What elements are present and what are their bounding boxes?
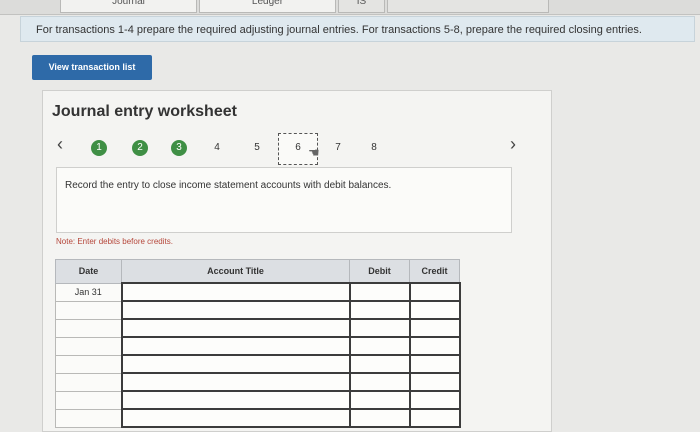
debit-input[interactable] [348,354,411,374]
tab-strip: Journal Ledger IS [0,0,700,15]
credit-input[interactable] [408,372,461,392]
step-4[interactable]: 4 [209,140,225,156]
account-title-input[interactable] [120,282,351,302]
step-8[interactable]: 8 [366,140,382,156]
account-title-header: Account Title [121,259,350,284]
view-transaction-list-button[interactable]: View transaction list [32,55,152,80]
account-title-input[interactable] [120,408,351,428]
tab-journal[interactable]: Journal [60,0,197,13]
table-row [55,372,461,392]
credit-input[interactable] [408,282,461,302]
step-2[interactable]: 2 [132,140,148,156]
worksheet-title: Journal entry worksheet [52,103,237,120]
table-row: Jan 31 [55,282,461,302]
date-cell[interactable] [55,300,122,320]
debit-input[interactable] [348,336,411,356]
entry-prompt: Record the entry to close income stateme… [56,167,512,233]
table-row [55,354,461,374]
tab-ledger[interactable]: Ledger [199,0,336,13]
debit-input[interactable] [348,408,411,428]
prev-step-chevron-icon[interactable]: ‹ [57,134,63,155]
credit-input[interactable] [408,390,461,410]
account-title-input[interactable] [120,390,351,410]
date-cell[interactable] [55,408,122,428]
table-row [55,408,461,428]
credit-input[interactable] [408,336,461,356]
instruction-banner: For transactions 1-4 prepare the require… [20,16,695,42]
note-text: Note: Enter debits before credits. [56,237,173,246]
table-row [55,390,461,410]
next-step-chevron-icon[interactable]: › [510,134,516,155]
table-row [55,318,461,338]
date-cell[interactable]: Jan 31 [55,282,122,302]
date-cell[interactable] [55,318,122,338]
table-row [55,300,461,320]
step-5[interactable]: 5 [249,140,265,156]
tab-extra[interactable] [387,0,549,13]
debit-input[interactable] [348,372,411,392]
account-title-input[interactable] [120,372,351,392]
account-title-input[interactable] [120,336,351,356]
credit-header: Credit [409,259,460,284]
date-cell[interactable] [55,354,122,374]
tab-income-statement[interactable]: IS [338,0,385,13]
account-title-input[interactable] [120,354,351,374]
debit-input[interactable] [348,390,411,410]
debit-input[interactable] [348,282,411,302]
table-row [55,336,461,356]
account-title-input[interactable] [120,318,351,338]
step-1[interactable]: 1 [91,140,107,156]
credit-input[interactable] [408,408,461,428]
debit-input[interactable] [348,318,411,338]
date-cell[interactable] [55,336,122,356]
credit-input[interactable] [408,354,461,374]
account-title-input[interactable] [120,300,351,320]
journal-table: Date Account Title Debit Credit Jan 31 [55,259,461,428]
hand-cursor-icon: ☚ [308,145,320,160]
date-header: Date [55,259,122,284]
table-header-row: Date Account Title Debit Credit [55,259,460,284]
credit-input[interactable] [408,318,461,338]
debit-input[interactable] [348,300,411,320]
step-3[interactable]: 3 [171,140,187,156]
credit-input[interactable] [408,300,461,320]
date-cell[interactable] [55,390,122,410]
step-7[interactable]: 7 [330,140,346,156]
date-cell[interactable] [55,372,122,392]
debit-header: Debit [349,259,410,284]
